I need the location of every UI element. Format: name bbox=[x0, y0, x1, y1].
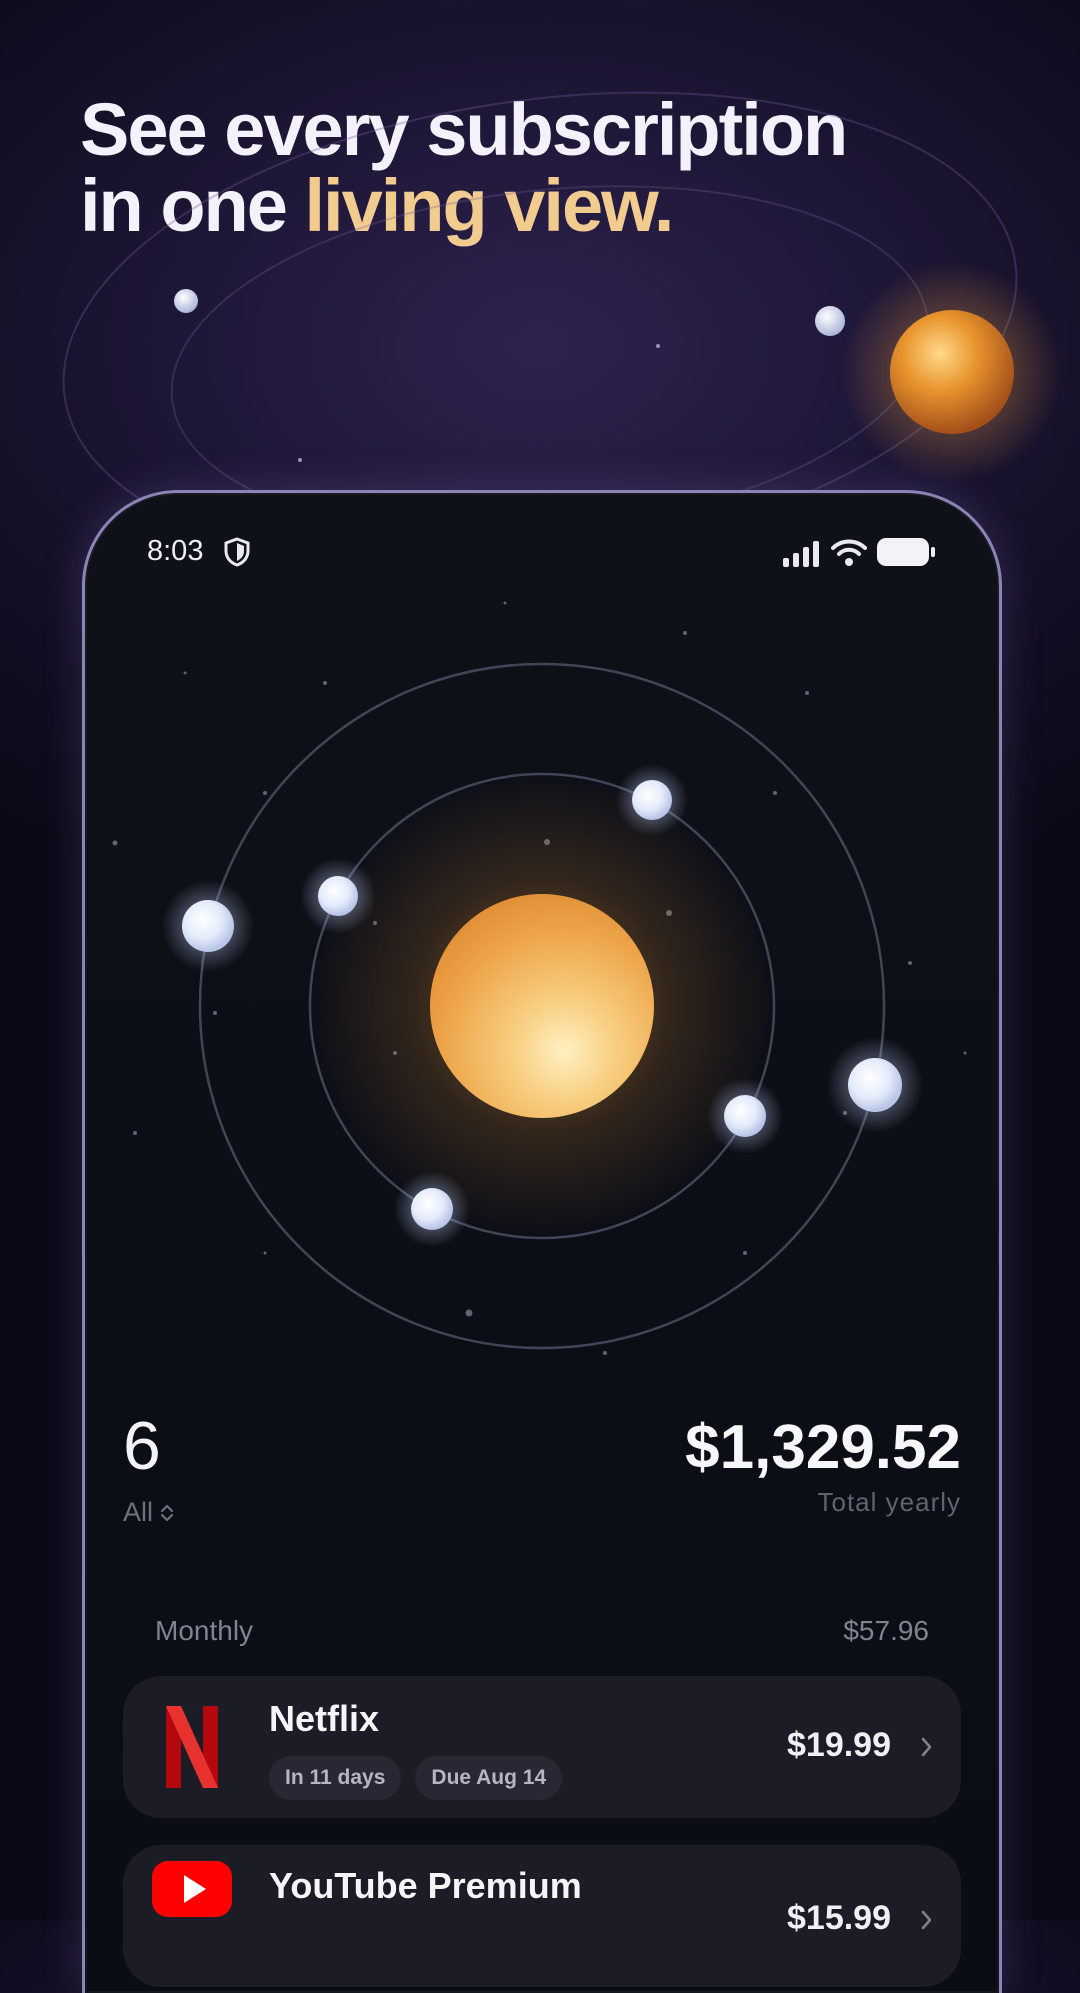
chevron-updown-icon bbox=[160, 1504, 174, 1521]
planet bbox=[182, 900, 234, 952]
section-header-monthly: Monthly $57.96 bbox=[155, 1615, 929, 1655]
battery-icon bbox=[877, 538, 935, 566]
planet bbox=[724, 1095, 766, 1137]
subscription-chips: In 11 days Due Aug 14 bbox=[269, 1756, 563, 1800]
section-title: Monthly bbox=[155, 1615, 254, 1646]
signal-icon bbox=[783, 541, 819, 567]
filter-label: All bbox=[123, 1497, 154, 1527]
decor-moon bbox=[815, 306, 845, 336]
chevron-right-icon bbox=[921, 1737, 932, 1757]
background-orbit-decoration bbox=[62, 91, 1062, 520]
status-bar: 8:03 bbox=[85, 493, 999, 613]
filter-select[interactable]: All bbox=[123, 1497, 175, 1528]
subscription-count: 6 bbox=[123, 1408, 161, 1484]
sun bbox=[430, 894, 654, 1118]
section-amount: $57.96 bbox=[843, 1615, 929, 1646]
youtube-logo bbox=[149, 1859, 235, 1945]
subscription-price: $19.99 bbox=[787, 1726, 891, 1764]
planet bbox=[411, 1188, 453, 1230]
youtube-icon bbox=[152, 1861, 232, 1917]
planet bbox=[848, 1058, 902, 1112]
planet bbox=[632, 780, 672, 820]
subscription-card-netflix[interactable]: Netflix In 11 days Due Aug 14 $19.99 bbox=[123, 1676, 961, 1818]
phone-frame: 8:03 6 All $1,329.52 Total yearly Monthl… bbox=[82, 490, 1002, 1993]
due-in-chip: In 11 days bbox=[269, 1756, 402, 1800]
subscription-name: YouTube Premium bbox=[269, 1865, 582, 1906]
orbit-view[interactable] bbox=[85, 493, 999, 1393]
subscription-price: $15.99 bbox=[787, 1899, 891, 1937]
netflix-icon bbox=[166, 1706, 218, 1788]
due-date-chip: Due Aug 14 bbox=[415, 1756, 563, 1800]
shield-icon bbox=[224, 537, 250, 567]
decor-moon bbox=[174, 289, 198, 313]
decor-sun bbox=[890, 310, 1014, 434]
chevron-right-icon bbox=[921, 1910, 932, 1930]
subscription-card-youtube-premium[interactable]: YouTube Premium $15.99 bbox=[123, 1845, 961, 1987]
wifi-icon bbox=[831, 539, 867, 566]
status-time: 8:03 bbox=[147, 535, 204, 567]
total-yearly-amount: $1,329.52 bbox=[685, 1413, 961, 1482]
planet bbox=[318, 876, 358, 916]
total-yearly-label: Total yearly bbox=[817, 1487, 961, 1517]
subscription-name: Netflix bbox=[269, 1698, 380, 1739]
netflix-logo bbox=[149, 1704, 235, 1790]
